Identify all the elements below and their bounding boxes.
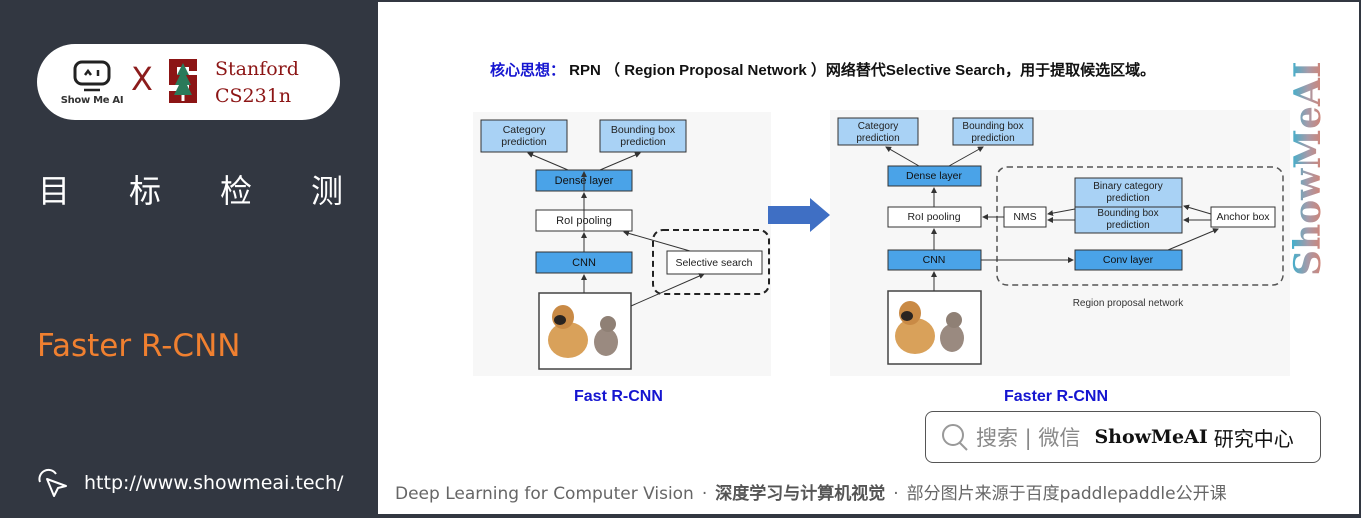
bottom-border bbox=[378, 514, 1361, 518]
fast-selective-label: Selective search bbox=[675, 257, 752, 269]
rpn-bbox-line1: Bounding box bbox=[1097, 208, 1158, 219]
title-char: 标 bbox=[128, 172, 161, 210]
section-title: 目 标 检 测 bbox=[38, 166, 343, 212]
title-char: 检 bbox=[219, 172, 252, 210]
footer-separator: · bbox=[701, 484, 708, 504]
footer-course-cn: 深度学习与计算机视觉 bbox=[715, 484, 886, 504]
cursor-click-icon bbox=[38, 468, 67, 497]
slide-content: 核心思想： RPN （ Region Proposal Network ）网络替… bbox=[378, 2, 1359, 514]
slide-footer: Deep Learning for Computer Vision · 深度学习与计… bbox=[395, 479, 1227, 504]
stanford-course-label: Stanford CS231n bbox=[215, 56, 299, 110]
search-icon bbox=[942, 424, 968, 451]
fast-bbox-line2: prediction bbox=[620, 136, 666, 148]
faster-dense-label: Dense layer bbox=[906, 170, 963, 182]
course-label: CS231n bbox=[215, 85, 292, 107]
sidebar: Show Me AI X Stanford CS231n 目 标 检 测 Fas… bbox=[0, 0, 378, 518]
fast-cnn-label: CNN bbox=[572, 257, 596, 269]
showmeai-logo-label: Show Me AI bbox=[60, 95, 124, 106]
stanford-logo-icon bbox=[169, 59, 197, 103]
faster-bbox-line2: prediction bbox=[971, 133, 1014, 144]
search-brand-cn: 研究中心 bbox=[1213, 426, 1294, 451]
showmeai-logo: Show Me AI bbox=[59, 58, 125, 108]
fast-rcnn-caption: Fast R-CNN bbox=[574, 388, 663, 405]
rpn-bbox-line2: prediction bbox=[1106, 220, 1149, 231]
fast-category-line1: Category bbox=[503, 124, 546, 136]
binary-category-line2: prediction bbox=[1106, 193, 1149, 204]
search-placeholder: 搜索 | 微信 bbox=[976, 426, 1081, 450]
stanford-label: Stanford bbox=[215, 58, 299, 80]
showmeai-robot-icon bbox=[73, 60, 111, 92]
website-link[interactable]: http://www.showmeai.tech/ bbox=[36, 468, 343, 498]
faster-roi-label: RoI pooling bbox=[907, 211, 960, 223]
faster-category-line1: Category bbox=[858, 121, 899, 132]
faster-category-line2: prediction bbox=[856, 133, 899, 144]
showmeai-vertical-logo: ShowMeAI bbox=[1290, 61, 1328, 276]
anchor-box-label: Anchor box bbox=[1216, 211, 1270, 223]
faster-cnn-label: CNN bbox=[923, 254, 946, 266]
title-char: 测 bbox=[310, 172, 343, 210]
faster-bbox-line1: Bounding box bbox=[962, 121, 1023, 132]
brand-logo-pill: Show Me AI X Stanford CS231n bbox=[37, 44, 340, 120]
website-url[interactable]: http://www.showmeai.tech/ bbox=[84, 472, 343, 494]
title-char: 目 bbox=[38, 172, 71, 210]
fast-bbox-line1: Bounding box bbox=[611, 124, 676, 136]
fast-category-line2: prediction bbox=[501, 136, 547, 148]
footer-course-en: Deep Learning for Computer Vision bbox=[395, 484, 694, 504]
binary-category-line1: Binary category bbox=[1093, 181, 1162, 192]
vertical-brand-text: ShowMeAI bbox=[1290, 61, 1328, 276]
cross-symbol: X bbox=[131, 60, 153, 98]
topic-title: Faster R-CNN bbox=[37, 328, 241, 364]
rpn-label: Region proposal network bbox=[1073, 298, 1185, 309]
conv-layer-label: Conv layer bbox=[1103, 254, 1154, 266]
search-brand: ShowMeAI bbox=[1094, 426, 1208, 448]
nms-label: NMS bbox=[1013, 211, 1036, 223]
faster-rcnn-caption: Faster R-CNN bbox=[1004, 388, 1109, 405]
footer-separator: · bbox=[893, 484, 899, 504]
footer-source: 部分图片来源于百度paddlepaddle公开课 bbox=[906, 484, 1227, 504]
wechat-search-box[interactable]: 搜索 | 微信 ShowMeAI 研究中心 bbox=[925, 411, 1321, 463]
transition-arrow-icon bbox=[768, 198, 830, 232]
